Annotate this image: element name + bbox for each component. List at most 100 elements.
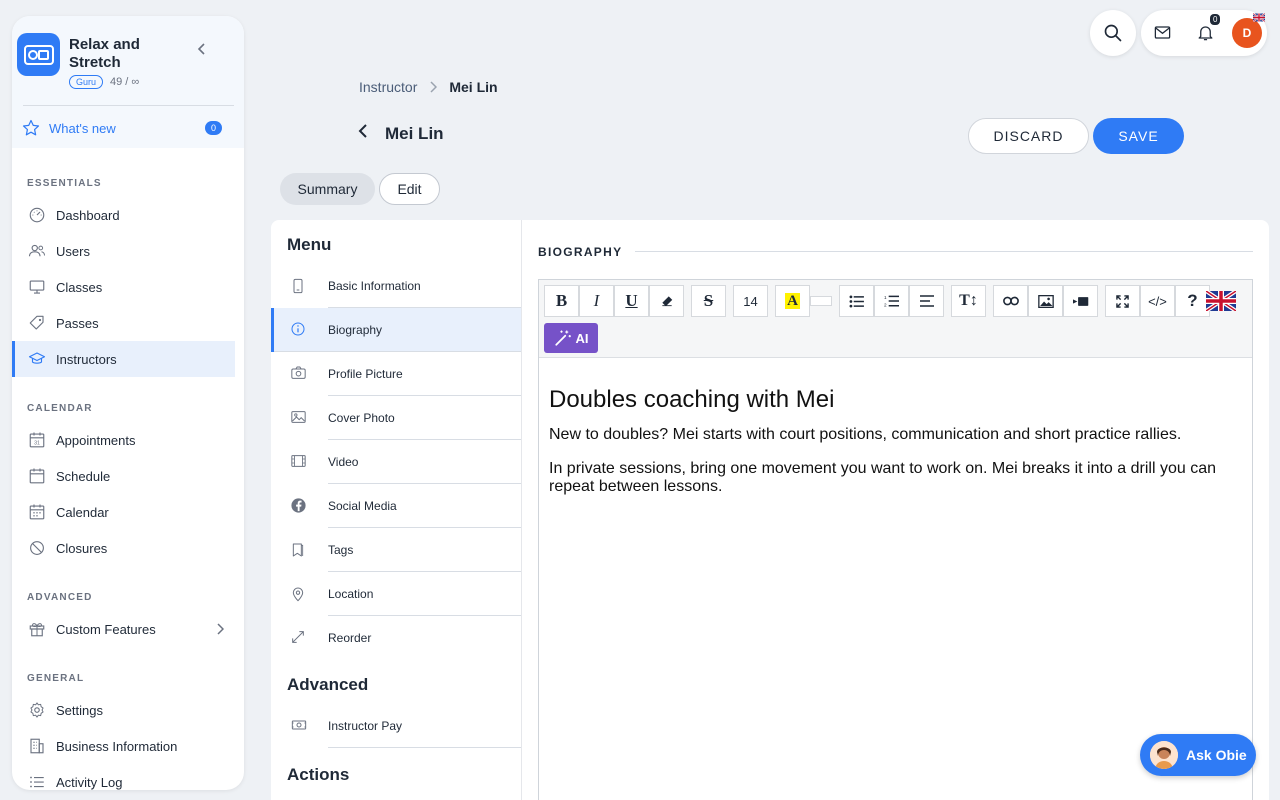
bookmark-icon: [290, 541, 306, 559]
menu-item-social-media[interactable]: Social Media: [271, 484, 521, 528]
sidebar-item-classes[interactable]: Classes: [12, 269, 244, 305]
search-icon: [1103, 23, 1123, 43]
search-button[interactable]: [1090, 10, 1136, 56]
sidebar-item-custom-features[interactable]: Custom Features: [12, 611, 244, 647]
insert-video-button[interactable]: [1063, 285, 1098, 317]
sidebar-item-label: Appointments: [56, 432, 136, 448]
sidebar-item-label: Passes: [56, 315, 99, 331]
fullscreen-button[interactable]: [1105, 285, 1140, 317]
link-button[interactable]: [993, 285, 1028, 317]
divider: [635, 251, 1253, 252]
sidebar-item-business-information[interactable]: Business Information: [12, 728, 244, 764]
whats-new-link[interactable]: What's new 0: [17, 106, 229, 137]
section-menu: Menu Basic Information Biography Profile…: [271, 220, 522, 800]
align-button[interactable]: [909, 285, 944, 317]
underline-button[interactable]: U: [614, 285, 649, 317]
sidebar-item-instructors[interactable]: Instructors: [12, 341, 235, 377]
gift-icon: [27, 619, 47, 639]
menu-item-instructor-pay[interactable]: Instructor Pay: [271, 704, 521, 748]
list-icon: [27, 772, 47, 790]
strikethrough-icon: S: [703, 291, 714, 310]
ask-obie-button[interactable]: Ask Obie: [1140, 734, 1256, 776]
biography-heading: BIOGRAPHY: [538, 245, 623, 259]
image-icon: [290, 409, 307, 425]
italic-icon: I: [593, 291, 600, 310]
advanced-heading: Advanced: [287, 675, 369, 694]
menu-item-cover-photo[interactable]: Cover Photo: [271, 396, 521, 440]
sidebar-item-schedule[interactable]: Schedule: [12, 458, 244, 494]
sidebar-item-dashboard[interactable]: Dashboard: [12, 197, 244, 233]
bell-icon[interactable]: [1196, 23, 1215, 42]
back-arrow-icon[interactable]: [354, 121, 372, 141]
clear-format-button[interactable]: [649, 285, 684, 317]
bullet-list-button[interactable]: [839, 285, 874, 317]
menu-item-location[interactable]: Location: [271, 572, 521, 616]
expand-icon: [1116, 294, 1129, 308]
calendar-icon: [27, 466, 47, 486]
magic-wand-icon: [554, 329, 572, 347]
menu-item-tags[interactable]: Tags: [271, 528, 521, 572]
bold-button[interactable]: B: [544, 285, 579, 317]
gear-icon: [27, 700, 47, 720]
svg-text:1: 1: [884, 295, 887, 300]
sidebar-item-calendar[interactable]: Calendar: [12, 494, 244, 530]
menu-item-video[interactable]: Video: [271, 440, 521, 484]
menu-item-label: Basic Information: [328, 279, 421, 293]
highlight-icon: A: [785, 293, 800, 309]
sidebar-item-label: Users: [56, 243, 90, 259]
ai-assist-button[interactable]: AI: [544, 323, 598, 353]
code-view-button[interactable]: </>: [1140, 285, 1175, 317]
sidebar-item-users[interactable]: Users: [12, 233, 244, 269]
highlight-color-button[interactable]: A: [775, 285, 810, 317]
collapse-sidebar-icon[interactable]: [197, 43, 207, 55]
font-size-value: 14: [743, 293, 758, 309]
film-icon: [290, 453, 307, 469]
save-button[interactable]: SAVE: [1093, 118, 1184, 154]
help-icon: ?: [1187, 291, 1198, 310]
discard-button[interactable]: DISCARD: [968, 118, 1089, 154]
assistant-avatar-icon: [1150, 741, 1178, 769]
brand[interactable]: Relax and Stretch Guru 49 / ∞: [17, 33, 229, 89]
tab-summary[interactable]: Summary: [280, 173, 375, 205]
sidebar-item-passes[interactable]: Passes: [12, 305, 244, 341]
color-dropdown[interactable]: [810, 296, 832, 306]
uk-flag-icon: [1253, 13, 1265, 22]
italic-button[interactable]: I: [579, 285, 614, 317]
menu-item-reorder[interactable]: Reorder: [271, 616, 521, 660]
link-icon: [1002, 296, 1019, 306]
sidebar-item-label: Schedule: [56, 468, 111, 484]
breadcrumb-parent-link[interactable]: Instructor: [359, 79, 417, 95]
menu-item-profile-picture[interactable]: Profile Picture: [271, 352, 521, 396]
building-icon: [27, 736, 47, 756]
usage-count: 49 / ∞: [110, 76, 140, 88]
tag-icon: [27, 313, 47, 333]
insert-image-button[interactable]: [1028, 285, 1063, 317]
tab-edit[interactable]: Edit: [379, 173, 440, 205]
actions-heading: Actions: [287, 765, 350, 784]
editor-content[interactable]: Doubles coaching with Mei New to doubles…: [539, 358, 1252, 496]
language-button[interactable]: [1203, 285, 1238, 317]
money-icon: [290, 717, 308, 733]
numbered-list-button[interactable]: 12: [874, 285, 909, 317]
mail-icon[interactable]: [1153, 23, 1172, 42]
section-heading: ADVANCED: [27, 592, 93, 603]
sidebar-item-appointments[interactable]: 31 Appointments: [12, 422, 244, 458]
text-height-button[interactable]: T↕: [951, 285, 986, 317]
sidebar-item-label: Instructors: [56, 351, 117, 367]
sidebar: Relax and Stretch Guru 49 / ∞ What's new…: [12, 16, 244, 790]
section-heading: GENERAL: [27, 673, 85, 684]
brand-logo-icon: [17, 33, 60, 76]
notification-count: 0: [1210, 14, 1221, 25]
sidebar-item-settings[interactable]: Settings: [12, 692, 244, 728]
strikethrough-button[interactable]: S: [691, 285, 726, 317]
sidebar-item-activity-log[interactable]: Activity Log: [12, 764, 244, 790]
menu-item-biography[interactable]: Biography: [271, 308, 521, 352]
graduation-cap-icon: [27, 349, 47, 369]
font-size-select[interactable]: 14: [733, 285, 768, 317]
numbered-list-icon: 12: [884, 294, 899, 308]
sidebar-item-label: Custom Features: [56, 621, 156, 637]
rich-text-editor[interactable]: B I U S 14 A 12 T↕ </> ? AI Doubles coac…: [538, 279, 1253, 800]
sidebar-item-closures[interactable]: Closures: [12, 530, 244, 566]
menu-item-basic-information[interactable]: Basic Information: [271, 264, 521, 308]
avatar[interactable]: D: [1232, 18, 1262, 48]
